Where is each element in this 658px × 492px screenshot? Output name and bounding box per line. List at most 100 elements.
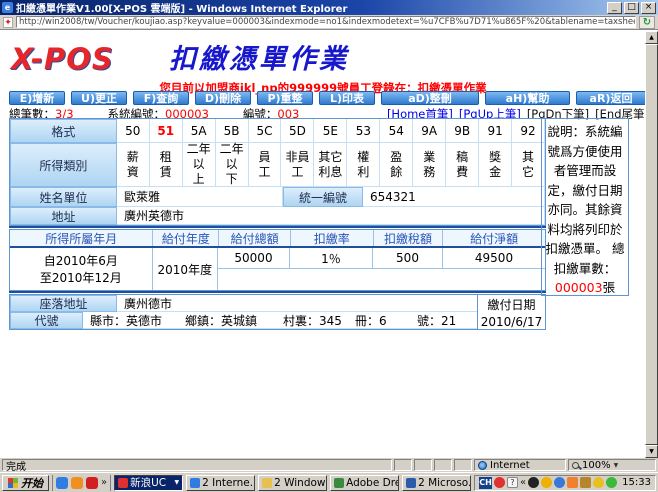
taskbar-clock[interactable]: 15:33 xyxy=(622,477,651,488)
magnifier-icon xyxy=(572,461,579,469)
zoom-pane[interactable]: 100% ▼ xyxy=(568,459,656,471)
security-zone-pane: Internet xyxy=(474,459,566,471)
close-button[interactable]: × xyxy=(641,1,656,14)
ie-page-icon: e xyxy=(2,2,13,13)
category-item: 權利 xyxy=(347,143,381,187)
face-tray-icon[interactable] xyxy=(541,477,553,488)
format-code[interactable]: 5B xyxy=(215,119,249,143)
url-input[interactable]: http://win2008/tw/Voucher/koujiao.asp?ke… xyxy=(16,16,636,28)
form-section-site: 座落地址 廣州德市 代號 縣市：英德市 鄉鎮：英城鎮 村裏：345 冊：6 號：… xyxy=(9,294,546,330)
pay-date-box: 繳付日期 2010/6/17 xyxy=(477,295,545,329)
format-code[interactable]: 54 xyxy=(380,119,414,143)
vertical-scrollbar[interactable]: ▲ ▼ xyxy=(645,31,658,458)
address-row: 地址 廣州英德市 xyxy=(10,207,545,225)
site-label: 座落地址 xyxy=(10,295,117,312)
category-item: 二年以下 xyxy=(215,142,249,187)
update-button[interactable]: U)更正 xyxy=(71,91,127,105)
zone-label: Internet xyxy=(490,459,530,471)
messenger-tray-icon[interactable] xyxy=(554,477,566,488)
period-header: 所得所屬年月 xyxy=(10,230,154,246)
update-tray-icon[interactable] xyxy=(606,477,618,488)
format-code[interactable]: 50 xyxy=(116,119,150,143)
media-quicklaunch-icon[interactable] xyxy=(71,476,83,489)
uniform-no-value: 654321 xyxy=(363,187,545,207)
pay-date-value: 2010/6/17 xyxy=(480,314,543,329)
title-bar: e 扣繳憑單作業V1.00[X-POS 雲端版] - Windows Inter… xyxy=(0,0,658,15)
query-button[interactable]: F)查詢 xyxy=(133,91,189,105)
windows-flag-icon xyxy=(8,477,18,488)
category-item: 業務 xyxy=(413,143,447,187)
page-title: 扣繳憑單作業 xyxy=(169,44,349,75)
sun-tray-icon[interactable] xyxy=(567,477,579,488)
word-task-icon xyxy=(406,477,417,488)
status-pane xyxy=(454,459,472,471)
format-code-selected[interactable]: 51 xyxy=(149,119,183,143)
status-pane xyxy=(394,459,412,471)
category-item: 非員工 xyxy=(281,143,315,187)
format-code[interactable]: 9B xyxy=(446,119,480,143)
folder-task-icon xyxy=(262,477,273,488)
minimize-button[interactable]: _ xyxy=(607,1,622,14)
status-pane xyxy=(414,459,432,471)
task-windows-explorer[interactable]: 2 Windows... ▼ xyxy=(258,474,328,491)
scrollbar-thumb[interactable] xyxy=(645,44,658,445)
form-section-top: 格式 50 51 5A 5B 5C 5D 5E 53 54 9A 9B 91 9… xyxy=(9,118,546,226)
code-fields: 縣市：英德市 鄉鎮：英城鎮 村裏：345 冊：6 號：21 xyxy=(90,312,477,329)
return-button[interactable]: aR)返回 xyxy=(576,91,646,105)
format-code[interactable]: 5A xyxy=(182,119,216,143)
tray-collapse-icon[interactable]: « xyxy=(520,477,526,488)
tax-value: 500 xyxy=(373,248,443,268)
browser-window: e 扣繳憑單作業V1.00[X-POS 雲端版] - Windows Inter… xyxy=(0,0,658,492)
refresh-button[interactable]: P)重整 xyxy=(257,91,313,105)
dreamweaver-task-icon xyxy=(334,477,345,488)
internet-globe-icon xyxy=(478,460,487,470)
quick-launch: » xyxy=(52,474,112,491)
task-internet-explorer[interactable]: 2 Interne... ▼ xyxy=(186,474,256,491)
county-field: 縣市：英德市 xyxy=(90,313,163,328)
scroll-down-arrow-icon[interactable]: ▼ xyxy=(645,445,658,458)
print-button[interactable]: L)印表 xyxy=(319,91,375,105)
format-row: 格式 50 51 5A 5B 5C 5D 5E 53 54 9A 9B 91 9… xyxy=(10,119,545,143)
category-item: 盈餘 xyxy=(380,143,414,187)
format-code[interactable]: 5C xyxy=(248,119,282,143)
format-code[interactable]: 9A xyxy=(413,119,447,143)
name-label: 姓名單位 xyxy=(10,187,117,207)
note-panel: 說明：系統編號爲方便使用者管理而設定，繳付日期亦同。其餘資料均將列印於扣繳憑單。… xyxy=(541,118,629,296)
scroll-up-arrow-icon[interactable]: ▲ xyxy=(645,31,658,44)
batch-delete-button[interactable]: aD)整刪 xyxy=(381,91,479,105)
category-item: 其它 利息 xyxy=(314,143,348,187)
rate-header: 扣繳率 xyxy=(291,230,374,246)
qq-quicklaunch-icon[interactable] xyxy=(86,476,98,489)
zoom-dropdown-icon[interactable]: ▼ xyxy=(614,462,619,469)
start-button[interactable]: 开始 xyxy=(2,474,49,491)
maximize-button[interactable]: □ xyxy=(624,1,639,14)
format-code[interactable]: 91 xyxy=(479,119,513,143)
thunder-tray-icon[interactable] xyxy=(494,477,506,488)
book-field: 冊：6 xyxy=(355,313,387,328)
task-adobe-dreamweaver[interactable]: Adobe Drea... xyxy=(330,474,400,491)
add-button[interactable]: E)增新 xyxy=(9,91,65,105)
name-value: 歐萊雅 xyxy=(117,187,283,207)
shield-tray-icon[interactable] xyxy=(580,477,592,488)
format-code[interactable]: 5E xyxy=(314,119,348,143)
task-microsoft-word[interactable]: 2 Microso... ▼ xyxy=(402,474,472,491)
site-row: 座落地址 廣州德市 xyxy=(10,295,477,312)
task-sina-uc[interactable]: 新浪UC ▼ xyxy=(114,474,184,491)
status-pane xyxy=(434,459,452,471)
ie-quicklaunch-icon[interactable] xyxy=(56,476,68,489)
delete-button[interactable]: D)刪除 xyxy=(195,91,251,105)
language-indicator[interactable]: CH xyxy=(479,476,493,489)
quicklaunch-overflow-icon[interactable]: » xyxy=(101,477,107,488)
format-code[interactable]: 5D xyxy=(281,119,315,143)
security-shield-tray-icon[interactable] xyxy=(593,477,605,488)
format-code[interactable]: 53 xyxy=(347,119,381,143)
pay-year-value: 2010年度 xyxy=(153,248,218,290)
refresh-go-icon[interactable]: ↻ xyxy=(639,15,655,29)
help-tray-icon[interactable]: ? xyxy=(507,477,519,488)
qq-penguin-tray-icon[interactable] xyxy=(528,477,540,488)
status-text: 完成 xyxy=(2,459,392,473)
address-bar: ✦ http://win2008/tw/Voucher/koujiao.asp?… xyxy=(0,15,658,30)
code-row: 代號 縣市：英德市 鄉鎮：英城鎮 村裏：345 冊：6 號：21 xyxy=(10,312,477,329)
rate-value: 1％ xyxy=(290,248,373,268)
help-button[interactable]: aH)幫助 xyxy=(485,91,570,105)
